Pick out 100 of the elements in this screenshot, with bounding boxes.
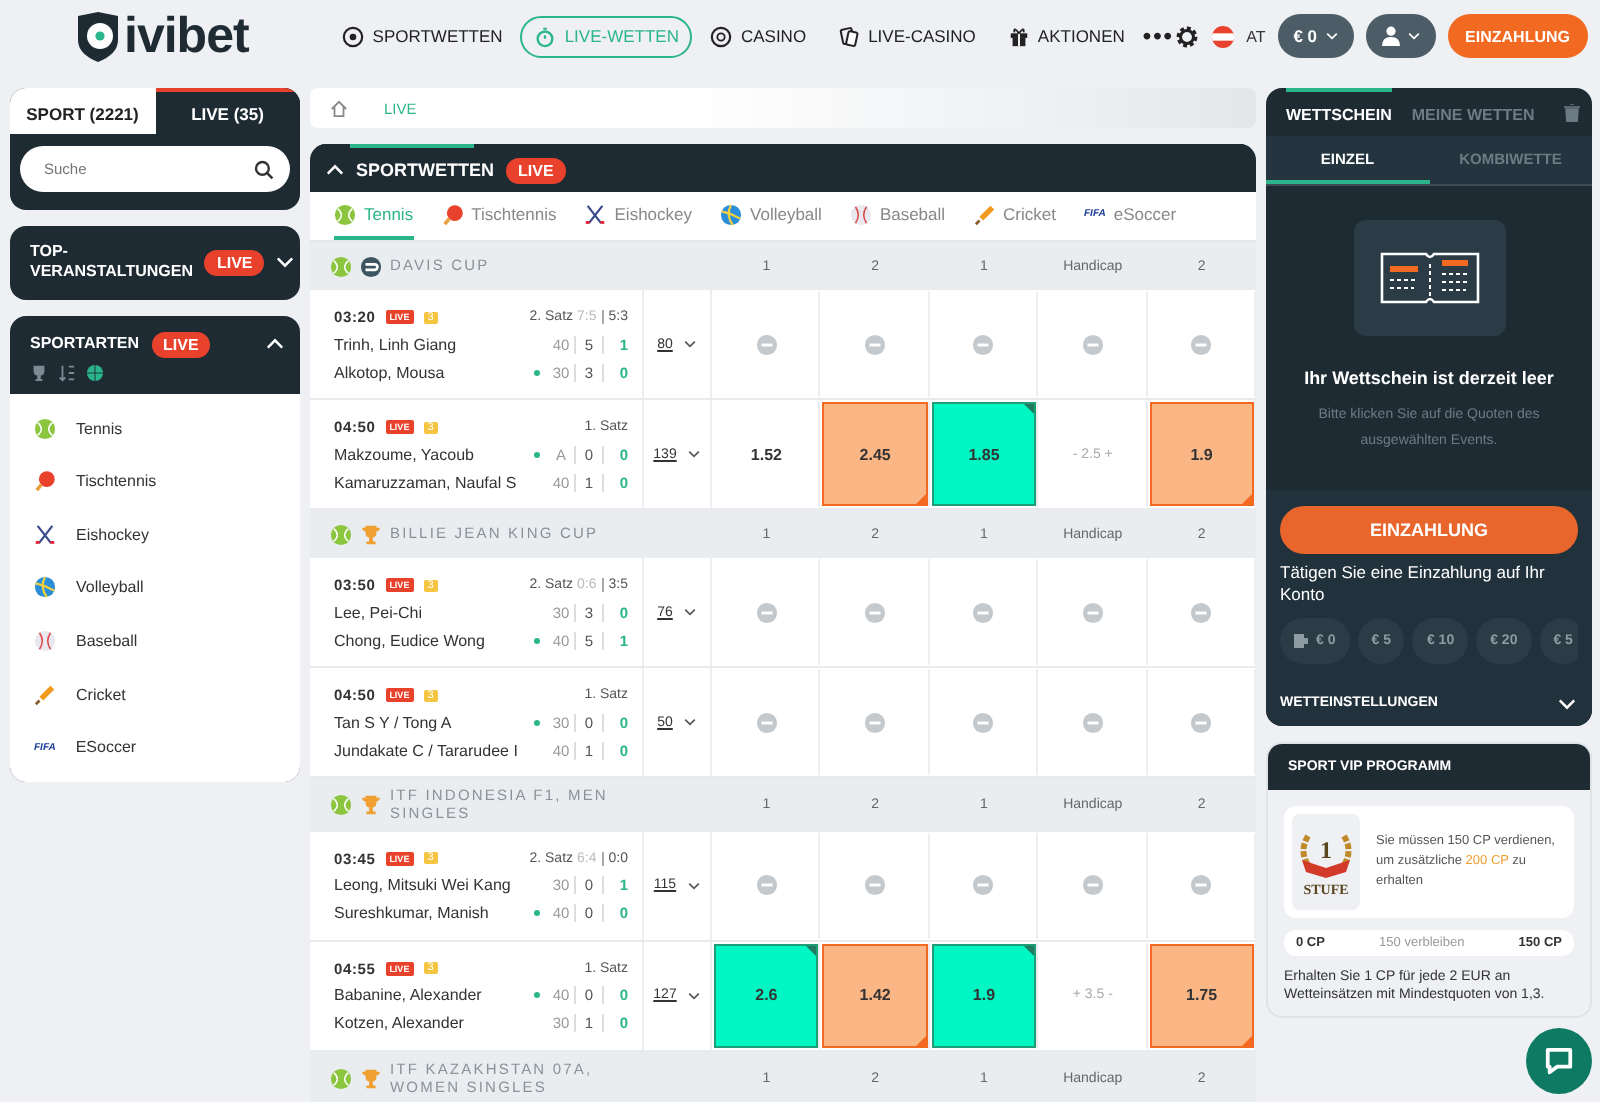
unavailable-icon xyxy=(972,874,995,897)
sport-tab[interactable]: Cricket xyxy=(973,192,1056,240)
account-button[interactable] xyxy=(1365,14,1436,58)
logo-wordmark[interactable]: ivibet xyxy=(124,7,249,65)
volleyball-icon xyxy=(720,203,743,225)
player-name: Babanine, Alexander xyxy=(334,986,484,1005)
expand-chevron-icon[interactable] xyxy=(688,450,701,458)
expand-chevron-icon[interactable] xyxy=(688,881,701,890)
home-icon[interactable] xyxy=(330,99,348,117)
odds-button[interactable]: 1.85 xyxy=(931,402,1037,506)
paddle-icon xyxy=(441,203,464,225)
nav-link[interactable]: SPORTWETTEN xyxy=(328,15,517,57)
panel-title: SPORTARTEN xyxy=(30,334,140,355)
gift-icon xyxy=(1007,25,1030,47)
playing-cards-icon xyxy=(838,25,861,47)
live-badge: LIVE xyxy=(204,249,265,276)
stopwatch-icon xyxy=(534,25,557,47)
casino-chip-icon xyxy=(710,25,733,47)
live-badge: LIVE xyxy=(506,157,566,183)
trophy-icon[interactable] xyxy=(30,363,48,382)
expand-chevron-icon[interactable] xyxy=(684,340,697,348)
settings-icon[interactable] xyxy=(1174,23,1201,49)
unavailable-icon xyxy=(1190,874,1213,897)
unavailable-icon xyxy=(1190,601,1213,623)
user-icon xyxy=(1381,26,1400,46)
chat-button[interactable] xyxy=(1526,1028,1592,1094)
nav-link[interactable]: CASINO xyxy=(696,15,821,57)
unavailable-icon xyxy=(755,874,778,897)
tennis-ball-icon xyxy=(330,793,352,816)
baseball-icon xyxy=(849,203,872,225)
odds-button[interactable]: 1.9 xyxy=(1149,402,1254,506)
chevron-icon[interactable] xyxy=(1558,697,1576,710)
player-name: Trinh, Linh Giang xyxy=(334,335,459,353)
country-code[interactable]: AT xyxy=(1246,27,1266,45)
sport-tab[interactable]: SPORT (2221) xyxy=(10,88,155,134)
sport-tab[interactable]: Baseball xyxy=(849,192,946,240)
nav-link[interactable]: AKTIONEN xyxy=(993,15,1139,57)
unavailable-icon xyxy=(1190,333,1213,355)
unavailable-icon xyxy=(864,601,887,623)
unavailable-icon xyxy=(1081,874,1104,897)
chevron-icon[interactable] xyxy=(276,256,295,269)
expand-chevron-icon[interactable] xyxy=(684,608,697,616)
trash-icon[interactable] xyxy=(1564,103,1580,121)
sport-tab[interactable]: Tischtennis xyxy=(441,192,557,240)
sport-tab[interactable]: Eishockey xyxy=(584,192,693,240)
unavailable-icon xyxy=(864,333,887,355)
nav-link[interactable]: LIVE-CASINO xyxy=(824,15,990,57)
tennis-ball-icon xyxy=(334,203,356,225)
unavailable-icon xyxy=(755,711,778,733)
balance-button[interactable]: € 0 xyxy=(1277,14,1354,58)
collapse-chevron-icon[interactable] xyxy=(326,164,344,176)
player-name: Sureshkumar, Manish xyxy=(334,904,491,923)
odds-button[interactable]: 1.9 xyxy=(931,943,1037,1048)
sport-list-item[interactable]: Tennis xyxy=(10,401,300,455)
search-icon[interactable] xyxy=(254,159,274,179)
chevron-icon[interactable] xyxy=(1325,32,1338,40)
tennis-ball-icon xyxy=(330,1067,352,1090)
chat-bubble-icon xyxy=(1544,1046,1574,1076)
sport-tab[interactable]: Volleyball xyxy=(720,192,822,240)
odds-button[interactable]: 2.45 xyxy=(822,402,928,506)
unavailable-icon xyxy=(1081,601,1104,623)
odds-button[interactable]: 1.75 xyxy=(1149,943,1254,1048)
sport-list-item[interactable]: Volleyball xyxy=(10,561,300,615)
unavailable-icon xyxy=(1081,711,1104,733)
unavailable-icon xyxy=(972,601,995,623)
more-menu[interactable]: ••• xyxy=(1142,22,1174,50)
trophy-icon xyxy=(360,793,382,816)
unavailable-icon xyxy=(972,711,995,733)
player-name: Chong, Eudice Wong xyxy=(334,631,487,649)
round-emblem-icon xyxy=(360,255,382,277)
trophy-icon xyxy=(360,523,382,545)
unavailable-icon xyxy=(972,333,995,355)
player-name: Kamaruzzaman, Naufal S xyxy=(334,473,519,491)
sport-list-item[interactable]: Eishockey xyxy=(10,507,300,562)
expand-chevron-icon[interactable] xyxy=(684,718,697,726)
sport-list-item[interactable]: Cricket xyxy=(10,667,300,721)
unavailable-icon xyxy=(1081,333,1104,355)
odds-button[interactable]: 1.52 xyxy=(714,402,819,506)
chevron-icon[interactable] xyxy=(266,338,284,351)
sport-list-item[interactable]: Tischtennis xyxy=(10,454,300,508)
globe-icon[interactable] xyxy=(86,363,104,382)
level-number: 1 xyxy=(1320,835,1332,864)
odds-button[interactable]: 1.42 xyxy=(822,943,928,1048)
shield-ball-logo-icon[interactable] xyxy=(76,11,120,61)
chevron-icon[interactable] xyxy=(1407,32,1420,40)
unavailable-icon xyxy=(755,333,778,355)
unavailable-icon xyxy=(864,874,887,897)
empty-betslip-title: Ihr Wettschein ist derzeit leer xyxy=(1304,368,1554,388)
cricket-bat-icon xyxy=(973,203,996,225)
sort-icon[interactable] xyxy=(58,363,76,382)
sport-list-item[interactable]: Baseball xyxy=(10,614,300,668)
tennis-ball-icon xyxy=(330,523,352,545)
flag-icon[interactable] xyxy=(1212,25,1235,47)
player-name: Tan S Y / Tong A xyxy=(334,713,454,731)
odds-button[interactable]: 2.6 xyxy=(714,943,819,1048)
unavailable-icon xyxy=(1190,711,1213,733)
panel-title: TOP-VERANSTALTUNGEN xyxy=(30,242,193,284)
section-title: SPORTWETTEN xyxy=(356,160,494,180)
unavailable-icon xyxy=(755,601,778,623)
expand-chevron-icon[interactable] xyxy=(688,991,701,1000)
